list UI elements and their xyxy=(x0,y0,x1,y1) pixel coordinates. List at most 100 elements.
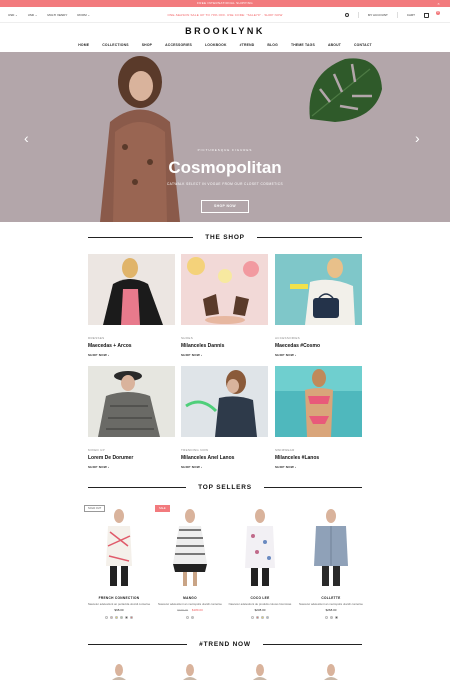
hero-description: CATWALK SELECT IN VOGUE FROM OUR CLOSET … xyxy=(166,182,283,186)
trend-section-heading: #TREND NOW xyxy=(88,641,363,648)
color-swatches xyxy=(84,616,154,619)
nav-theme-tags[interactable]: THEME TAGS xyxy=(291,43,315,47)
search-icon[interactable] xyxy=(344,13,349,17)
shop-category: SWIMWEAR xyxy=(275,448,295,452)
nav-about[interactable]: ABOUT xyxy=(328,43,341,47)
product-price: $195.00 $189.00 xyxy=(155,608,225,612)
shop-section-heading: THE SHOP xyxy=(88,234,363,241)
product-name[interactable]: COLLETTE xyxy=(296,596,366,600)
nav-blog[interactable]: BLOG xyxy=(267,43,278,47)
color-swatch[interactable] xyxy=(324,616,328,619)
product-description: Nascetur adelestiunt an perlacida ulucid… xyxy=(87,602,151,606)
product-price: $68.00 xyxy=(84,608,154,612)
hero-slider: PICTURESQUE FIGURES Cosmopolitan CATWALK… xyxy=(0,52,450,222)
shop-name[interactable]: Maecedas + Arcos xyxy=(88,343,175,349)
shop-now-link[interactable]: SHOP NOW › xyxy=(181,353,268,357)
shop-card[interactable]: MIXED UP Lorem De Dorumer SHOP NOW › xyxy=(88,366,175,469)
price-old: $195.00 xyxy=(177,608,189,612)
nav-home[interactable]: HOME xyxy=(78,43,89,47)
product-name[interactable]: FRENCH CONNECTION xyxy=(84,596,154,600)
heading-rule xyxy=(263,487,362,488)
divider xyxy=(396,12,398,18)
trend-product-image[interactable] xyxy=(250,662,270,680)
nav-contact[interactable]: CONTACT xyxy=(354,43,372,47)
shop-card[interactable]: SHOES Milanceles Dannis SHOP NOW › xyxy=(181,254,268,357)
product-image[interactable] xyxy=(155,506,225,586)
trend-product-image[interactable] xyxy=(109,662,129,680)
shop-card[interactable]: SWIMWEAR Milanceles #Lanos SHOP NOW › xyxy=(275,366,362,469)
product-card[interactable]: COLLETTE Nascetur adelestiunt an metropo… xyxy=(296,506,366,619)
color-swatch[interactable] xyxy=(266,616,269,619)
color-swatch[interactable] xyxy=(191,616,194,619)
color-swatch[interactable] xyxy=(120,616,123,619)
heading-rule xyxy=(88,644,188,645)
shop-now-link[interactable]: SHOP NOW › xyxy=(88,353,175,357)
close-icon[interactable]: × xyxy=(437,0,440,7)
shop-now-link[interactable]: SHOP NOW › xyxy=(275,353,362,357)
shop-category: DRESSES xyxy=(88,336,105,340)
color-swatch[interactable] xyxy=(186,616,189,619)
product-name[interactable]: MANGO xyxy=(155,596,225,600)
price-current: $238.00 xyxy=(254,608,266,612)
product-name[interactable]: COCO LEE xyxy=(225,596,295,600)
product-image[interactable] xyxy=(225,506,295,586)
hero-subtitle: PICTURESQUE FIGURES xyxy=(197,148,253,152)
nav-lookbook[interactable]: LOOKBOOK xyxy=(205,43,227,47)
color-swatch[interactable] xyxy=(130,616,133,619)
shop-image[interactable] xyxy=(181,254,268,325)
color-swatch[interactable] xyxy=(334,616,338,619)
heading-rule xyxy=(88,487,187,488)
color-swatch[interactable] xyxy=(105,616,108,619)
nav-collections[interactable]: COLLECTIONS xyxy=(102,43,129,47)
color-swatches xyxy=(296,616,366,619)
main-nav: HOME COLLECTIONS SHOP ACCESSORIES LOOKBO… xyxy=(0,43,450,47)
shop-card[interactable]: DRESSES Maecedas + Arcos SHOP NOW › xyxy=(88,254,175,357)
hero-shop-now-button[interactable]: SHOP NOW xyxy=(201,200,249,213)
color-swatch[interactable] xyxy=(251,616,254,619)
nav-accessories[interactable]: ACCESSORIES xyxy=(165,43,192,47)
shop-image[interactable] xyxy=(88,254,175,325)
shop-name[interactable]: Lorem De Dorumer xyxy=(88,455,175,461)
product-description: Nascetur adelestiunt an metropolis uluci… xyxy=(299,602,363,606)
shop-now-link[interactable]: SHOP NOW › xyxy=(181,465,268,469)
nav-shop[interactable]: SHOP xyxy=(142,43,152,47)
shop-now-link[interactable]: SHOP NOW › xyxy=(88,465,175,469)
chevron-left-icon[interactable]: ‹ xyxy=(24,130,29,146)
bag-icon[interactable] xyxy=(424,12,429,18)
color-swatch[interactable] xyxy=(110,616,113,619)
product-card[interactable]: COCO LEE Nascetur adelestiunt de produit… xyxy=(225,506,295,619)
color-swatch[interactable] xyxy=(256,616,259,619)
color-swatch[interactable] xyxy=(125,616,128,619)
product-image[interactable] xyxy=(84,506,154,586)
color-swatches xyxy=(155,616,225,619)
shop-name[interactable]: Milanceles Dannis xyxy=(181,343,268,349)
cart-link[interactable]: CART xyxy=(407,13,415,17)
shop-image[interactable] xyxy=(275,254,362,325)
product-card[interactable]: SALE MANGO Nascetur adelestiunt an metro… xyxy=(155,505,225,619)
shop-card[interactable]: ACCESSORIES Maecedas #Cosmo SHOP NOW › xyxy=(275,254,362,357)
shop-name[interactable]: Milanceles #Lanos xyxy=(275,455,362,461)
product-description: Nascetur adelestiunt an metropolis uluci… xyxy=(158,602,222,606)
shop-name[interactable]: Maecedas #Cosmo xyxy=(275,343,362,349)
hero-title: Cosmopolitan xyxy=(168,158,282,177)
shop-image[interactable] xyxy=(275,366,362,437)
chevron-right-icon[interactable]: › xyxy=(415,130,420,146)
shop-image[interactable] xyxy=(88,366,175,437)
color-swatch[interactable] xyxy=(261,616,264,619)
nav-trend[interactable]: #TREND xyxy=(240,43,255,47)
account-link[interactable]: MY ACCOUNT xyxy=(368,13,388,17)
product-image[interactable] xyxy=(296,506,366,586)
trend-product-image[interactable] xyxy=(321,662,341,680)
product-price: $238.00 xyxy=(225,608,295,612)
trend-product-image[interactable] xyxy=(180,662,200,680)
shop-card[interactable]: TRENDING NOW Milanceles Anel Lanos SHOP … xyxy=(181,366,268,469)
shop-now-link[interactable]: SHOP NOW › xyxy=(275,465,362,469)
shop-image[interactable] xyxy=(181,366,268,437)
product-price: $268.00 xyxy=(296,608,366,612)
color-swatch[interactable] xyxy=(115,616,118,619)
color-swatch[interactable] xyxy=(329,616,333,619)
site-logo[interactable]: BROOKLYNK xyxy=(0,26,450,36)
product-card[interactable]: SOLD OUT FRENCH CONNECTION Nascetur adel… xyxy=(84,505,154,619)
product-badge: SOLD OUT xyxy=(84,505,106,512)
shop-name[interactable]: Milanceles Anel Lanos xyxy=(181,455,268,461)
